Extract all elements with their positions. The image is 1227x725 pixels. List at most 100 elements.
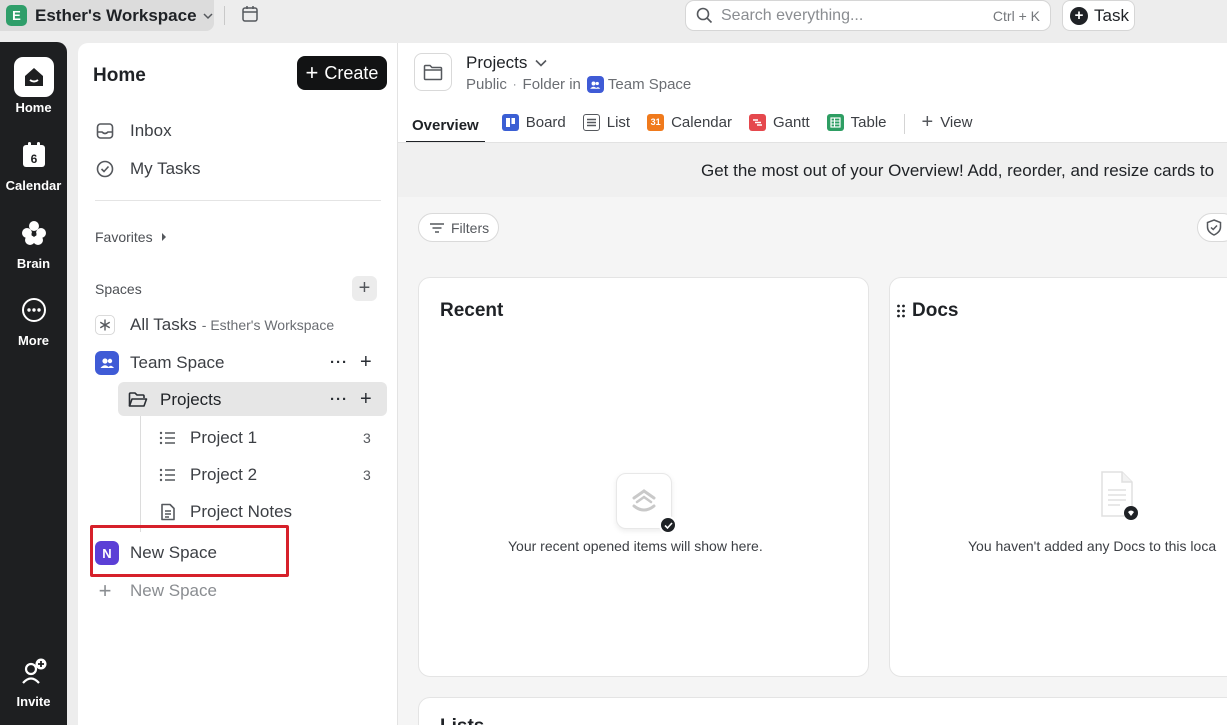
overview-banner: Get the most out of your Overview! Add, … [398, 143, 1227, 197]
rail-calendar[interactable]: 6 Calendar [0, 135, 67, 193]
create-button[interactable]: + Create [297, 56, 387, 90]
more-dots-icon[interactable]: ··· [330, 354, 348, 371]
sidebar-item-team-space[interactable]: Team Space [95, 348, 225, 378]
sidebar-item-label: Team Space [130, 353, 225, 372]
tree-line [140, 416, 141, 532]
tab-list[interactable]: List [582, 105, 630, 135]
search-bar[interactable]: Search everything... Ctrl + K [685, 0, 1051, 31]
sidebar-item-project-notes[interactable]: Project Notes [158, 497, 292, 527]
favorites-section[interactable]: Favorites [95, 229, 169, 245]
tab-overview[interactable]: Overview [406, 105, 485, 143]
list-icon [158, 465, 178, 485]
sidebar-item-project-2[interactable]: Project 2 [158, 460, 257, 490]
filters-button[interactable]: Filters [418, 213, 499, 242]
sidebar-item-label: New Space [130, 581, 217, 600]
view-tabs: Overview Board List 31 Calendar Gantt Ta… [406, 105, 989, 143]
drag-handle-icon[interactable] [896, 304, 906, 318]
tab-label: Overview [412, 116, 479, 134]
sidebar-item-all-tasks[interactable]: All Tasks - Esther's Workspace [95, 310, 334, 340]
breadcrumb: Public · Folder in Team Space [466, 76, 691, 93]
task-button-label: Task [1094, 5, 1129, 25]
add-view-button[interactable]: + View [922, 105, 973, 135]
table-icon [826, 113, 844, 131]
tab-label: Calendar [671, 113, 732, 131]
inbox-icon [95, 121, 115, 141]
rail-label: Calendar [5, 178, 62, 193]
rail-home[interactable]: Home [0, 57, 67, 115]
gantt-icon [748, 113, 766, 131]
sidebar-item-label: All Tasks [130, 315, 197, 334]
sidebar-item-inbox[interactable]: Inbox [95, 116, 172, 146]
recent-empty-text: Your recent opened items will show here. [508, 538, 763, 554]
list-icon [582, 113, 600, 131]
sidebar-item-label: Project Notes [190, 502, 293, 521]
rail-brain[interactable]: Brain [0, 213, 67, 271]
add-space-button[interactable]: + [352, 276, 377, 301]
rail-more[interactable]: More [0, 290, 67, 348]
separator: · [512, 78, 517, 91]
rail-label: Home [15, 100, 52, 115]
sidebar-title: Home [93, 65, 146, 86]
tab-calendar[interactable]: 31 Calendar [647, 105, 732, 135]
folder-open-icon [128, 390, 148, 410]
add-new-space-button[interactable]: + New Space [95, 576, 217, 606]
team-space-actions: ··· + [330, 351, 372, 374]
calendar-icon: 31 [647, 113, 665, 131]
check-circle-icon [95, 159, 115, 179]
plus-icon: + [921, 110, 934, 133]
sidebar-item-my-tasks[interactable]: My Tasks [95, 154, 201, 184]
document-icon [158, 502, 178, 522]
task-count: 3 [363, 467, 371, 483]
spaces-label: Spaces [95, 281, 142, 297]
shield-check-button[interactable] [1197, 213, 1227, 242]
page-title-text: Projects [466, 53, 528, 72]
task-count: 3 [363, 430, 371, 446]
rail-invite[interactable]: Invite [0, 651, 67, 709]
highlight-annotation [90, 525, 289, 577]
list-icon [158, 428, 178, 448]
tab-table[interactable]: Table [826, 105, 887, 135]
home-icon [13, 57, 54, 97]
top-bar: E Esther's Workspace Search everything..… [0, 0, 1227, 42]
chevron-down-icon [535, 59, 547, 67]
tab-label: View [940, 113, 973, 131]
sidebar-item-projects[interactable]: Projects [128, 385, 221, 415]
sidebar-item-label: Project 1 [190, 428, 258, 447]
calendar-icon: 6 [14, 135, 54, 175]
plus-icon[interactable]: + [360, 388, 372, 411]
visibility-label: Public [466, 76, 507, 93]
workspace-switcher[interactable]: E Esther's Workspace [0, 0, 214, 31]
search-icon [696, 7, 713, 24]
plus-circle-icon: + [1070, 6, 1088, 25]
new-task-button[interactable]: + Task [1062, 0, 1135, 31]
card-title: Recent [440, 300, 504, 321]
folder-icon [414, 53, 452, 91]
parent-space-link[interactable]: Team Space [608, 76, 691, 93]
rail-label: Brain [16, 256, 51, 271]
plus-icon: + [98, 578, 112, 603]
page-title[interactable]: Projects [466, 53, 547, 73]
calendar-badge: 6 [30, 152, 37, 166]
team-space-icon [95, 351, 119, 375]
create-button-label: Create [324, 62, 379, 83]
tab-board[interactable]: Board [501, 105, 566, 135]
sidebar-item-project-1[interactable]: Project 1 [158, 423, 257, 453]
chevron-down-icon [203, 12, 213, 19]
asterisk-icon [95, 315, 115, 335]
tab-label: Board [525, 113, 566, 131]
sidebar: Home + Create Inbox My Tasks Favorites S… [78, 43, 398, 725]
all-tasks-workspace: - Esther's Workspace [201, 317, 335, 333]
brain-icon [14, 213, 54, 253]
filter-icon [430, 222, 444, 233]
calendar-icon[interactable] [241, 5, 259, 23]
search-shortcut: Ctrl + K [992, 7, 1040, 24]
more-dots-icon[interactable]: ··· [330, 391, 348, 408]
search-input[interactable]: Search everything... [721, 7, 993, 25]
sidebar-item-label: Project 2 [190, 465, 258, 484]
sidebar-item-label: Projects [160, 390, 222, 409]
filters-label: Filters [451, 219, 490, 236]
plus-icon[interactable]: + [360, 351, 372, 374]
tab-gantt[interactable]: Gantt [748, 105, 810, 135]
favorites-label: Favorites [95, 229, 153, 245]
divider [903, 114, 905, 134]
